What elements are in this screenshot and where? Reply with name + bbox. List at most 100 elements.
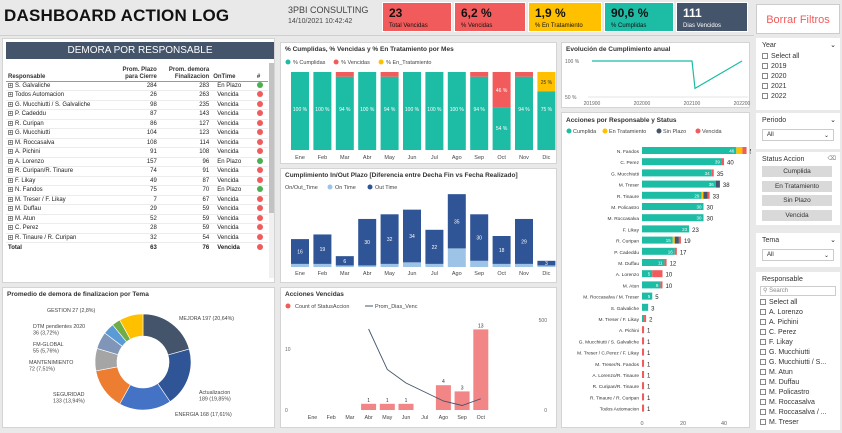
clear-filters-button[interactable]: Borrar Filtros — [756, 4, 840, 34]
checkbox[interactable] — [760, 319, 766, 326]
expand-icon[interactable]: + — [8, 158, 13, 164]
donut-label: FM-GLOBAL — [33, 342, 64, 348]
table-row[interactable]: + M. Roccasalva 108 114 Vencida — [6, 138, 268, 148]
expand-icon[interactable]: + — [8, 120, 13, 126]
expand-icon[interactable]: + — [8, 177, 13, 183]
table-row[interactable]: + M. Treser / F. Likay 7 67 Vencida — [6, 195, 268, 205]
responsable-option[interactable]: M. Policastro — [760, 388, 827, 398]
year-option[interactable]: 2020 — [762, 72, 799, 82]
status-button-vencida[interactable]: Vencida — [762, 209, 832, 221]
expand-icon[interactable]: + — [8, 149, 13, 155]
expand-icon[interactable]: + — [8, 187, 13, 193]
checkbox[interactable] — [762, 63, 768, 70]
year-option[interactable]: 2022 — [762, 92, 799, 102]
expand-icon[interactable]: + — [8, 101, 13, 107]
year-option[interactable]: 2019 — [762, 62, 799, 72]
evolucion-chart[interactable]: 100 % 50 % 201900 202000 202100 202200 — [562, 53, 751, 108]
checkbox[interactable] — [760, 359, 766, 366]
year-option[interactable]: 2021 — [762, 82, 799, 92]
tema-dropdown[interactable]: All ⌄ — [762, 249, 834, 261]
tema-donut-chart[interactable]: GESTION 27 (2,8%) DTM pendientes 202036 (… — [3, 298, 276, 428]
checkbox[interactable] — [760, 389, 766, 396]
responsable-option[interactable]: A. Pichini — [760, 318, 827, 328]
table-row[interactable]: + M. Atun 52 59 Vencida — [6, 214, 268, 224]
chevron-down-icon[interactable]: ⌄ — [830, 236, 836, 244]
checkbox[interactable] — [760, 369, 766, 376]
column-header[interactable]: Prom. Plazo para Cierre — [109, 61, 159, 82]
expand-icon[interactable]: + — [8, 234, 13, 240]
expand-icon[interactable]: + — [8, 111, 13, 117]
checkbox[interactable] — [760, 409, 766, 416]
responsable-option[interactable]: Select all — [760, 298, 827, 308]
checkbox[interactable] — [760, 419, 766, 426]
year-option[interactable]: Select all — [762, 52, 799, 62]
table-row[interactable]: + N. Fandos 75 70 En Plazo — [6, 185, 268, 196]
responsable-option[interactable]: G. Mucchiutti / S... — [760, 358, 827, 368]
expand-icon[interactable]: + — [8, 139, 13, 145]
checkbox[interactable] — [762, 73, 768, 80]
eraser-icon[interactable]: ⌫ — [828, 155, 836, 162]
expand-icon[interactable]: + — [8, 206, 13, 212]
column-header[interactable]: # — [254, 61, 268, 82]
checkbox[interactable] — [762, 93, 768, 100]
checkbox[interactable] — [760, 339, 766, 346]
table-row[interactable]: + M. Duffau 29 59 Vencida — [6, 204, 268, 215]
status-button-cumplida[interactable]: Cumplida — [762, 166, 832, 177]
responsable-option[interactable]: M. Roccasalva / ... — [760, 408, 827, 418]
table-row[interactable]: + C. Perez 28 59 Vencida — [6, 223, 268, 234]
donut-label: MEJORA 197 (20,64%) — [179, 316, 234, 322]
expand-icon[interactable]: + — [8, 215, 13, 221]
expand-icon[interactable]: + — [8, 92, 13, 98]
table-scrollbar[interactable] — [269, 63, 274, 278]
table-row[interactable]: + R. Tinaure / R. Curipan 32 54 Vencida — [6, 233, 268, 243]
responsable-option[interactable]: C. Perez — [760, 328, 827, 338]
acciones-chart[interactable]: Cumplida En Tratamiento Sin Plazo Vencida N.… — [562, 125, 751, 427]
checkbox[interactable] — [760, 349, 766, 356]
inout-chart[interactable]: On/Out_Time On Time Out Time 16 Ene 19 Feb 6 Mar… — [281, 179, 558, 283]
table-row[interactable]: + P. Cadeddu 87 143 Vencida — [6, 109, 268, 120]
periodo-dropdown[interactable]: All ⌄ — [762, 129, 834, 141]
expand-icon[interactable]: + — [8, 168, 13, 174]
option-label: F. Likay — [769, 339, 793, 346]
column-header[interactable]: Prom. demora Finalizacion — [158, 61, 212, 82]
expand-icon[interactable]: + — [8, 130, 13, 136]
table-row[interactable]: + G. Mucchiutti 104 123 Vencida — [6, 128, 268, 139]
checkbox[interactable] — [760, 299, 766, 306]
checkbox[interactable] — [762, 83, 768, 90]
responsable-option[interactable]: M. Atun — [760, 368, 827, 378]
responsable-option[interactable]: M. Roccasalva — [760, 398, 827, 408]
table-row[interactable]: + Todos Automacion 26 263 Vencida — [6, 90, 268, 101]
x-tick-label: Ago — [439, 415, 448, 421]
responsable-search-input[interactable]: ⚲ Search — [760, 286, 836, 296]
table-row[interactable]: + R. Curipan/R. Tinaure 74 91 Vencida — [6, 166, 268, 177]
responsable-option[interactable]: F. Likay — [760, 338, 827, 348]
checkbox[interactable] — [762, 53, 768, 60]
table-row[interactable]: + F. Likay 49 87 Vencida — [6, 176, 268, 186]
responsable-option[interactable]: M. Duffau — [760, 378, 827, 388]
expand-icon[interactable]: + — [8, 225, 13, 231]
checkbox[interactable] — [760, 329, 766, 336]
chevron-down-icon[interactable]: ⌄ — [830, 116, 836, 124]
checkbox[interactable] — [760, 399, 766, 406]
table-row[interactable]: + R. Curipan 86 127 Vencida — [6, 119, 268, 129]
table-row[interactable]: + G. Mucchiutti / S. Galvaliche 98 235 Venci… — [6, 100, 268, 110]
table-row[interactable]: + S. Galvaliche 284 283 En Plazo — [6, 81, 268, 91]
responsable-option[interactable]: A. Lorenzo — [760, 308, 827, 318]
checkbox[interactable] — [760, 309, 766, 316]
status-button-sin-plazo[interactable]: Sin Plazo — [762, 195, 832, 206]
responsable-option[interactable]: M. Treser — [760, 418, 827, 428]
vencidas-chart[interactable]: Count of StatusAccion Prom_Dias_Venc10050… — [281, 298, 558, 428]
table-row[interactable]: + A. Pichini 91 108 Vencida — [6, 147, 268, 158]
status-button-en-tratamiento[interactable]: En Tratamiento — [762, 180, 832, 192]
data-label: 1 — [405, 398, 408, 404]
column-header[interactable]: OnTime — [211, 61, 255, 82]
expand-icon[interactable]: + — [8, 82, 13, 88]
expand-icon[interactable]: + — [8, 196, 13, 202]
chevron-down-icon[interactable]: ⌄ — [830, 41, 836, 49]
checkbox[interactable] — [760, 379, 766, 386]
column-header[interactable]: Responsable — [6, 61, 110, 82]
monthly-pct-chart[interactable]: % Cumplidas % Vencidas % En_Tratamiento 100… — [281, 54, 558, 164]
table-row[interactable]: + A. Lorenzo 157 96 En Plazo — [6, 157, 268, 167]
status-slicer-title: Status Accion — [762, 156, 805, 163]
responsable-option[interactable]: G. Mucchiutti — [760, 348, 827, 358]
